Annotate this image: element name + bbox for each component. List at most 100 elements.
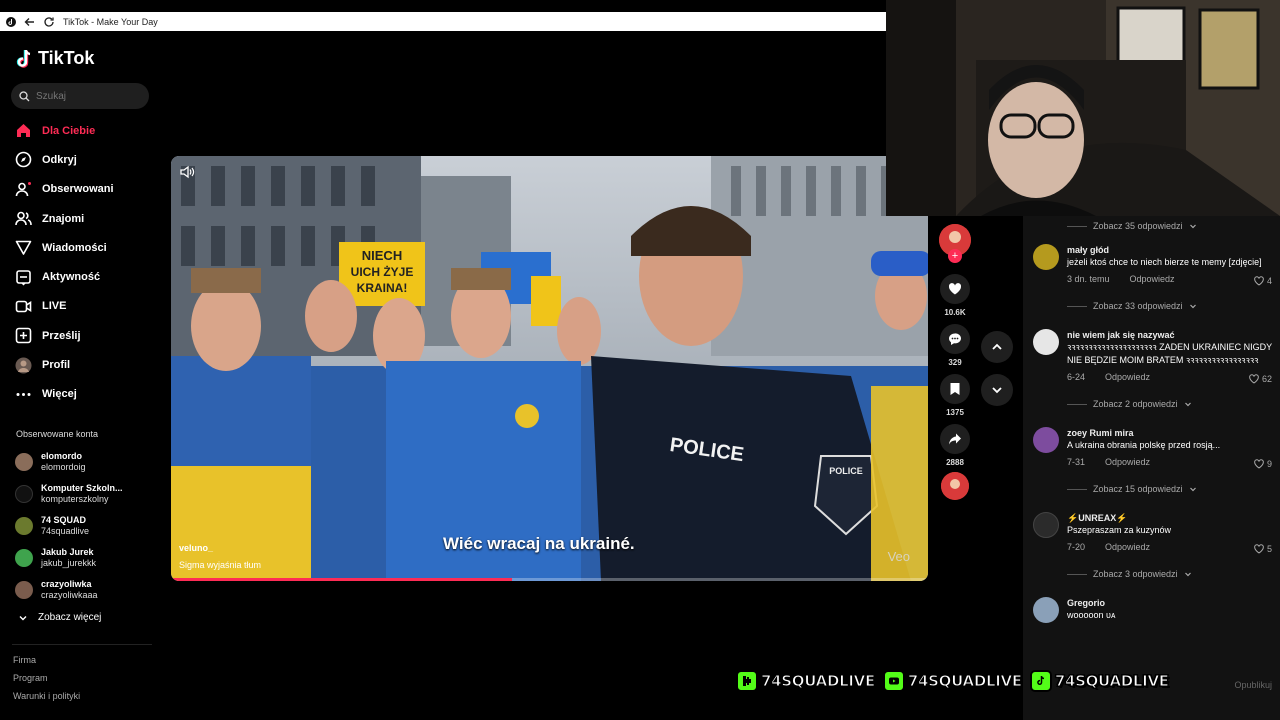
back-arrow-icon[interactable] [22, 14, 38, 30]
nav-label: Odkryj [42, 153, 77, 166]
reply-button[interactable]: Odpowiedz [1105, 457, 1150, 469]
comment-item: mały głód jeżeli ktoś chce to niech bier… [1023, 244, 1280, 286]
video-player[interactable]: NIECH UICH ŻYJE KRAINA! POLICE POLICE Wi… [171, 156, 928, 581]
search-box[interactable] [11, 83, 149, 109]
volume-icon[interactable] [179, 164, 195, 185]
feed-navigation [981, 331, 1013, 417]
followed-account[interactable]: 74 SQUAD 74squadlive [15, 510, 155, 542]
commenter-name[interactable]: ⚡UNREAX⚡ [1067, 512, 1272, 524]
see-more-accounts-button[interactable]: Zobacz więcej [18, 612, 101, 623]
previous-video-button[interactable] [981, 331, 1013, 363]
nav-item-upload[interactable]: Prześlij [15, 321, 155, 350]
account-name: elomordo [41, 451, 83, 461]
commenter-avatar[interactable] [1033, 329, 1059, 355]
view-replies-button[interactable]: Zobacz 35 odpowiedzi [1023, 219, 1280, 233]
social-badge: 74SQUADLIVE [736, 670, 876, 692]
commenter-avatar[interactable] [1033, 427, 1059, 453]
view-replies-button[interactable]: Zobacz 15 odpowiedzi [1023, 482, 1280, 496]
nav-item-following[interactable]: Obserwowani [15, 175, 155, 204]
comment-like-button[interactable]: 5 [1254, 544, 1272, 554]
footer-link-company[interactable]: Firma [13, 655, 80, 673]
commenter-avatar[interactable] [1033, 597, 1059, 623]
chevron-down-icon [1184, 402, 1191, 407]
account-avatar [15, 549, 33, 567]
nav-item-more[interactable]: Więcej [15, 380, 155, 409]
heart-outline-icon [1254, 459, 1264, 469]
music-disc-avatar[interactable] [941, 472, 969, 500]
nav-item-live[interactable]: LIVE [15, 292, 155, 321]
comment-item: ⚡UNREAX⚡ Pszepraszam za kuzynów 7-20 Odpo… [1023, 512, 1280, 554]
reply-button[interactable]: Odpowiedz [1105, 542, 1150, 554]
profile-avatar [15, 357, 32, 374]
account-name: Komputer Szkoln... [41, 483, 123, 493]
followed-accounts-list: elomordo elomordoig Komputer Szkoln... kom… [15, 446, 155, 606]
commenter-name[interactable]: zoey Rumi mira [1067, 427, 1272, 439]
view-replies-button[interactable]: Zobacz 3 odpowiedzi [1023, 567, 1280, 581]
account-handle: jakub_jurekkk [41, 558, 97, 568]
live-icon [15, 300, 32, 313]
comment-like-button[interactable]: 62 [1249, 374, 1272, 384]
comment-item: nie wiem jak się nazywać ꝛꝛꝛꝛꝛꝛꝛꝛꝛꝛꝛꝛꝛꝛꝛ… [1023, 329, 1280, 384]
next-video-button[interactable] [981, 374, 1013, 406]
follow-plus-icon[interactable]: + [948, 249, 962, 263]
chevron-down-icon [1189, 304, 1196, 309]
comment-button[interactable]: 329 [937, 324, 973, 370]
like-count: 10.6K [944, 308, 966, 317]
view-replies-label: Zobacz 33 odpowiedzi [1093, 301, 1183, 311]
search-input[interactable] [36, 90, 136, 102]
footer-link-program[interactable]: Program [13, 673, 80, 691]
reply-button[interactable]: Odpowiedz [1130, 274, 1175, 286]
nav-item-friends[interactable]: Znajomi [15, 204, 155, 233]
followed-account[interactable]: Jakub Jurek jakub_jurekkk [15, 542, 155, 574]
comment-icon [949, 333, 961, 345]
nav-item-messages[interactable]: Wiadomości [15, 233, 155, 262]
comment-like-button[interactable]: 4 [1254, 276, 1272, 286]
browser-titlebar: TikTok - Make Your Day [0, 12, 886, 31]
commenter-name[interactable]: mały głód [1067, 244, 1272, 256]
comment-like-count: 9 [1266, 459, 1272, 469]
nav-item-for-you[interactable]: Dla Ciebie [15, 116, 155, 145]
share-button[interactable]: 2888 [937, 424, 973, 470]
nav-label: Znajomi [42, 212, 85, 225]
stream-overlay-banner: 74SQUADLIVE 74SQUADLIVE 74SQUADLIVE [736, 670, 1170, 692]
like-button[interactable]: 10.6K [937, 274, 973, 320]
tiktok-logo[interactable]: TikTok [16, 48, 94, 69]
video-frame: NIECH UICH ŻYJE KRAINA! POLICE POLICE [171, 156, 928, 581]
followed-account[interactable]: crazyoliwka crazyoliwkaaa [15, 574, 155, 606]
badge-text: 74SQUADLIVE [1054, 672, 1169, 691]
view-replies-button[interactable]: Zobacz 2 odpowiedzi [1023, 397, 1280, 411]
nav-item-activity[interactable]: Aktywność [15, 262, 155, 291]
publish-button[interactable]: Opublikuj [1234, 680, 1272, 690]
account-avatar [15, 581, 33, 599]
comment-like-button[interactable]: 9 [1254, 459, 1272, 469]
nav-item-profile[interactable]: Profil [15, 350, 155, 379]
followed-account[interactable]: Komputer Szkoln... komputerszkolny [15, 478, 155, 510]
nav-label: Dla Ciebie [42, 124, 96, 137]
commenter-name[interactable]: Gregorio [1067, 597, 1272, 609]
reload-icon[interactable] [41, 14, 57, 30]
view-replies-button[interactable]: Zobacz 33 odpowiedzi [1023, 299, 1280, 313]
commenter-name[interactable]: nie wiem jak się nazywać [1067, 329, 1272, 341]
video-progress-bar[interactable] [171, 578, 928, 581]
social-badge: 74SQUADLIVE [1029, 670, 1170, 692]
creator-avatar[interactable]: + [939, 224, 971, 263]
heart-outline-icon [1249, 374, 1259, 384]
logo-text: TikTok [38, 48, 95, 68]
reply-button[interactable]: Odpowiedz [1105, 372, 1150, 384]
account-name: 74 SQUAD [41, 515, 87, 525]
video-author[interactable]: veluno_ [179, 543, 213, 553]
commenter-avatar[interactable] [1033, 244, 1059, 270]
badge-text: 74SQUADLIVE [761, 672, 876, 691]
nav-item-explore[interactable]: Odkryj [15, 145, 155, 174]
account-handle: elomordoig [41, 462, 86, 472]
video-description: Sigma wyjaśnia tłum [179, 560, 262, 570]
share-count: 2888 [946, 458, 964, 467]
account-handle: 74squadlive [41, 526, 90, 536]
commenter-avatar[interactable] [1033, 512, 1059, 538]
footer-link-terms[interactable]: Warunki i polityki [13, 691, 80, 709]
comment-text: jeżeli ktoś chce to niech bierze te memy… [1067, 257, 1262, 267]
followed-account[interactable]: elomordo elomordoig [15, 446, 155, 478]
youtube-icon [882, 670, 905, 692]
save-button[interactable]: 1375 [937, 374, 973, 420]
comment-date: 6-24 [1067, 372, 1086, 382]
